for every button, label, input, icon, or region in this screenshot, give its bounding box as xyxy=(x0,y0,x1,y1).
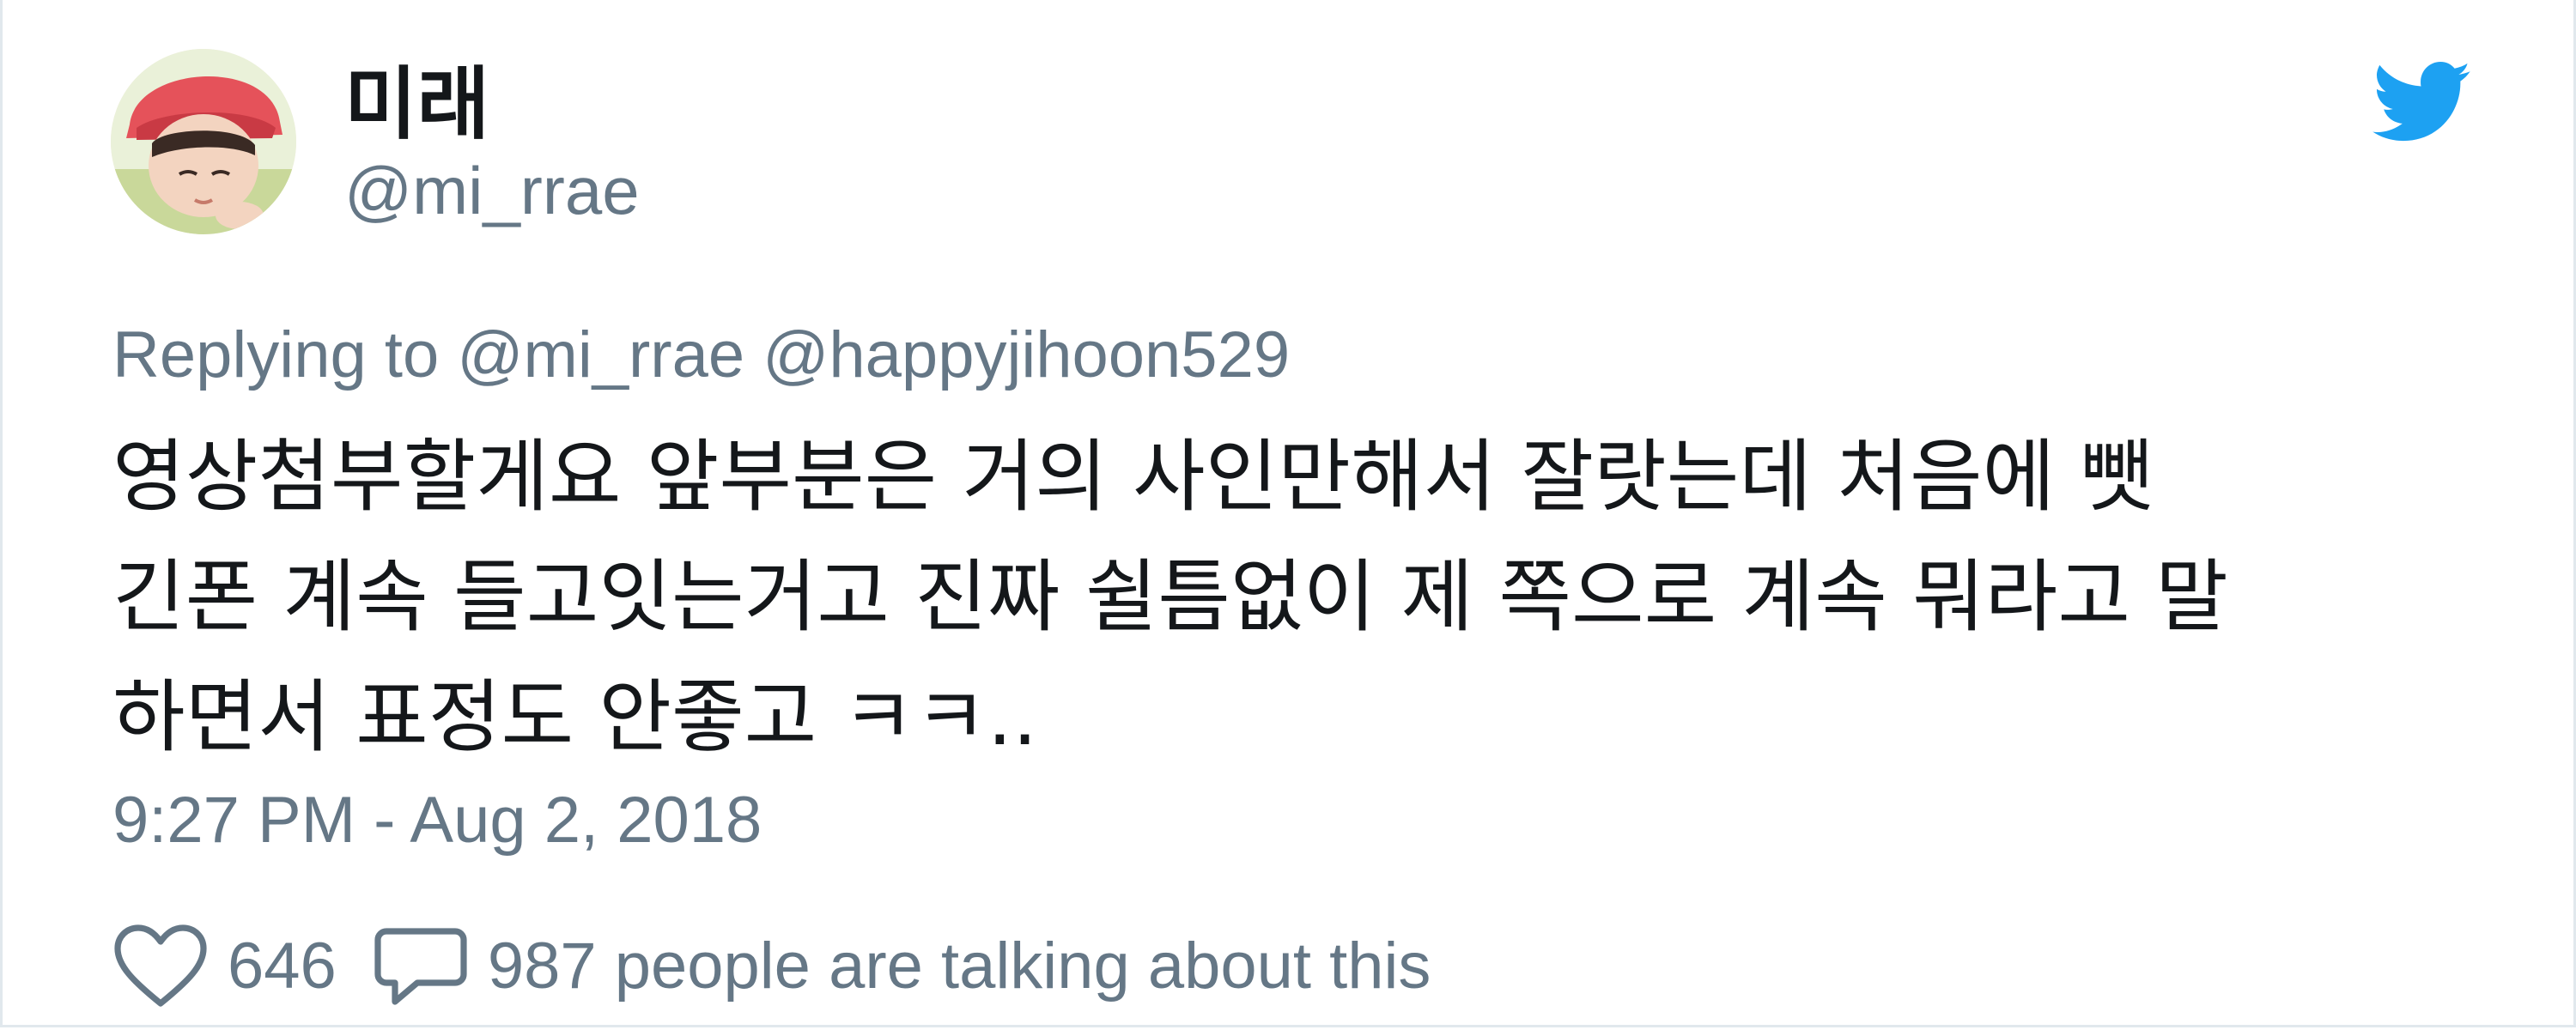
user-handle[interactable]: @mi_rrae xyxy=(344,148,640,233)
reply-context: Replying to @mi_rrae @happyjihoon529 xyxy=(112,312,1290,398)
tweet-text-line: 하면서 표정도 안좋고 ㅋㅋ.. xyxy=(112,671,1038,763)
twitter-bird-icon[interactable] xyxy=(2372,62,2472,142)
heart-icon[interactable] xyxy=(112,923,209,1009)
like-count[interactable]: 646 xyxy=(228,929,337,1003)
avatar[interactable] xyxy=(111,49,296,234)
conversation-link[interactable]: 987 people are talking about this xyxy=(488,929,1431,1003)
reply-mention-link[interactable]: @mi_rrae xyxy=(457,318,744,391)
tweet-text-line: 긴폰 계속 들고잇는거고 진짜 쉴틈없이 제 쪽으로 계속 뭐라고 말 xyxy=(112,551,2228,643)
profile-photo xyxy=(111,49,296,234)
tweet-text: 영상첨부할게요 앞부분은 거의 사인만해서 잘랏는데 처음에 뺏 긴폰 계속 들… xyxy=(112,417,2482,778)
reply-mention-link[interactable]: @happyjihoon529 xyxy=(762,318,1290,391)
tweet-actions: 646 987 people are talking about this xyxy=(112,918,1431,1013)
speech-bubble-icon[interactable] xyxy=(373,923,469,1009)
tweet-text-line: 영상첨부할게요 앞부분은 거의 사인만해서 잘랏는데 처음에 뺏 xyxy=(112,431,2154,523)
tweet-card: 미래 @mi_rrae Replying to @mi_rrae @happyj… xyxy=(0,0,2576,1027)
reply-prefix: Replying to xyxy=(112,318,440,391)
display-name[interactable]: 미래 xyxy=(344,53,489,156)
tweet-timestamp[interactable]: 9:27 PM - Aug 2, 2018 xyxy=(112,778,762,863)
